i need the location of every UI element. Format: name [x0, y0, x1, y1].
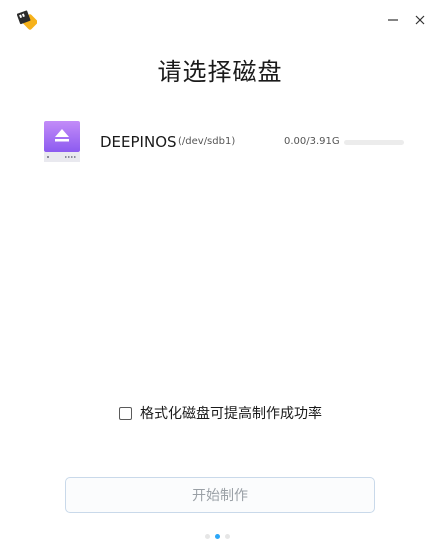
- disk-usage-bar: [344, 140, 404, 145]
- disk-device-path: (/dev/sdb1): [178, 136, 236, 147]
- app-logo-icon: [16, 10, 38, 30]
- page-dot: [205, 534, 210, 539]
- format-disk-checkbox[interactable]: [119, 406, 132, 420]
- start-button[interactable]: 开始制作: [65, 477, 375, 513]
- page-indicator: [205, 534, 230, 539]
- format-disk-option[interactable]: 格式化磁盘可提高制作成功率: [119, 404, 322, 422]
- usb-drive-eject-icon: [44, 121, 80, 163]
- disk-capacity: 0.00/3.91G: [284, 136, 340, 147]
- disk-list-item[interactable]: DEEPINOS (/dev/sdb1) 0.00/3.91G: [44, 121, 406, 165]
- page-dot: [225, 534, 230, 539]
- minimize-icon: [388, 19, 398, 21]
- disk-name: DEEPINOS: [100, 133, 177, 151]
- close-icon: [415, 15, 425, 25]
- minimize-button[interactable]: [383, 10, 403, 30]
- usb-creator-window: 请选择磁盘 DEEPINOS (/dev/sdb1) 0.00/3.91G 格式…: [0, 0, 440, 550]
- close-button[interactable]: [410, 10, 430, 30]
- format-disk-label: 格式化磁盘可提高制作成功率: [140, 406, 322, 422]
- page-title: 请选择磁盘: [157, 58, 283, 86]
- page-dot: [215, 534, 220, 539]
